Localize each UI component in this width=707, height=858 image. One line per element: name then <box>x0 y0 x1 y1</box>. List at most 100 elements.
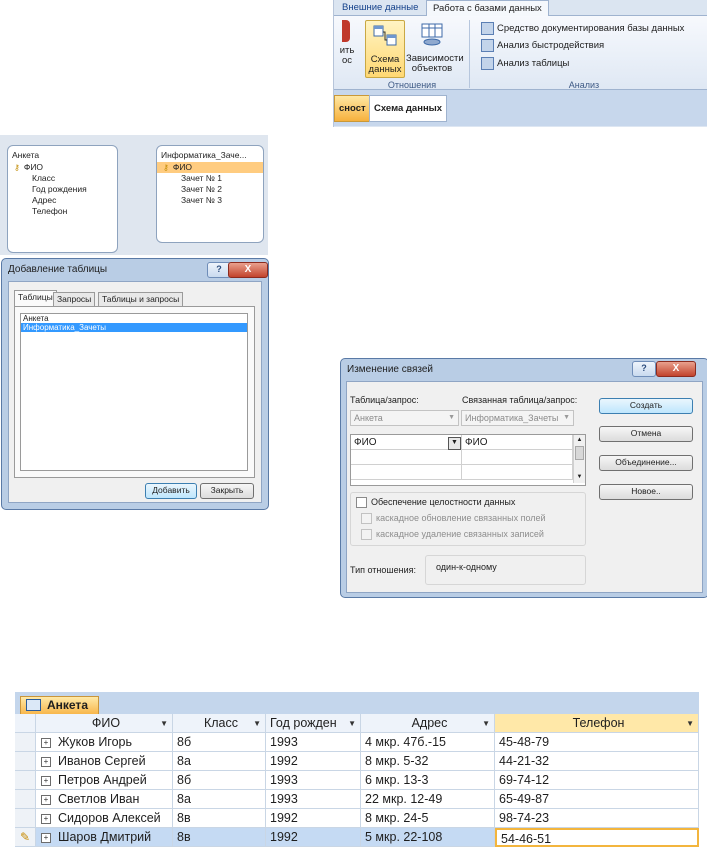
grid-scrollbar[interactable]: ▲ ▼ <box>573 435 585 483</box>
grid-cell-empty[interactable] <box>462 465 573 480</box>
tab-external-data[interactable]: Внешние данные <box>336 0 424 15</box>
tab-queries[interactable]: Запросы <box>53 292 96 306</box>
analyze-table-button[interactable]: Анализ таблицы <box>481 56 569 71</box>
column-header-phone[interactable]: Телефон ▼ <box>495 714 699 733</box>
integrity-checkbox[interactable]: Обеспечение целостности данных <box>356 496 515 509</box>
expand-icon[interactable]: + <box>41 833 51 843</box>
datasheet-tab[interactable]: Анкета <box>20 696 99 714</box>
column-header-address[interactable]: Адрес ▼ <box>361 714 495 733</box>
cell-class[interactable]: 8б <box>173 733 266 752</box>
tab-tables[interactable]: Таблицы <box>14 290 57 306</box>
row-selector[interactable] <box>15 752 36 771</box>
row-selector[interactable] <box>15 733 36 752</box>
database-documenter-button[interactable]: Средство документирования базы данных <box>481 21 684 36</box>
field-grid[interactable]: ФИО ▼ ФИО ▲ ▼ <box>350 434 586 486</box>
cell-birth-year[interactable]: 1993 <box>266 733 361 752</box>
table-list[interactable]: Анкета Информатика_Зачеты <box>20 313 248 471</box>
cascade-update-checkbox[interactable]: каскадное обновление связанных полей <box>361 512 546 525</box>
cell-birth-year[interactable]: 1992 <box>266 752 361 771</box>
new-relationship-button[interactable]: Новое.. <box>599 484 693 500</box>
select-all-cell[interactable] <box>15 714 36 733</box>
field-address[interactable]: Адрес <box>8 195 117 206</box>
table-row[interactable]: Сидоров Алексей 8в 1992 8 мкр. 24-5 98-74-23… <box>15 809 699 828</box>
cell-phone[interactable]: 65-49-87 <box>495 790 699 809</box>
cell-phone[interactable]: 54-46-51 <box>495 828 699 847</box>
cell-class[interactable]: 8а <box>173 790 266 809</box>
close-button[interactable]: X <box>228 262 268 278</box>
cell-fio[interactable]: Светлов Иван <box>36 790 173 809</box>
cell-class[interactable]: 8в <box>173 809 266 828</box>
expand-icon[interactable]: + <box>41 738 51 748</box>
grid-cell-empty[interactable] <box>462 450 573 465</box>
partial-ribbon-button[interactable]: ить ос <box>334 18 360 66</box>
cell-fio[interactable]: Иванов Сергей <box>36 752 173 771</box>
column-header-class[interactable]: Класс ▼ <box>173 714 266 733</box>
relationships-button[interactable]: Схема данных <box>365 20 405 78</box>
cell-fio[interactable]: Сидоров Алексей <box>36 809 173 828</box>
cell-birth-year[interactable]: 1993 <box>266 771 361 790</box>
grid-cell-empty[interactable] <box>351 465 462 480</box>
column-header-fio[interactable]: ФИО ▼ <box>36 714 173 733</box>
cell-address[interactable]: 5 мкр. 22-108 <box>361 828 495 847</box>
object-dependencies-button[interactable]: Зависимости объектов <box>406 20 464 74</box>
chevron-down-icon[interactable]: ▼ <box>482 714 490 732</box>
cell-phone[interactable]: 98-74-23 <box>495 809 699 828</box>
table-box-informatics[interactable]: Информатика_Заче... ⚷ ФИО Зачет № 1 Зачет… <box>156 145 264 243</box>
cancel-button[interactable]: Отмена <box>599 426 693 442</box>
expand-icon[interactable]: + <box>41 814 51 824</box>
field-test-3[interactable]: Зачет № 3 <box>157 195 263 206</box>
cell-fio[interactable]: Жуков Игорь <box>36 733 173 752</box>
grid-cell-right[interactable]: ФИО <box>462 435 573 450</box>
cell-fio[interactable]: Петров Андрей <box>36 771 173 790</box>
scroll-up-icon[interactable]: ▲ <box>574 435 585 445</box>
close-button[interactable]: X <box>656 361 696 377</box>
list-item[interactable]: Анкета <box>21 314 247 323</box>
table-row[interactable]: Иванов Сергей 8а 1992 8 мкр. 5-32 44-21-32 + <box>15 752 699 771</box>
list-item-selected[interactable]: Информатика_Зачеты <box>21 323 247 332</box>
field-birth-year[interactable]: Год рождения <box>8 184 117 195</box>
table-row[interactable]: Светлов Иван 8а 1993 22 мкр. 12-49 65-49-87 + <box>15 790 699 809</box>
row-selector[interactable] <box>15 809 36 828</box>
field-class[interactable]: Класс <box>8 173 117 184</box>
row-selector[interactable]: ✎ <box>15 828 36 847</box>
table-row[interactable]: Жуков Игорь 8б 1993 4 мкр. 47б.-15 45-48-79 + <box>15 733 699 752</box>
cell-address[interactable]: 8 мкр. 24-5 <box>361 809 495 828</box>
cell-address[interactable]: 6 мкр. 13-3 <box>361 771 495 790</box>
tab-database-tools[interactable]: Работа с базами данных <box>426 0 549 17</box>
field-fio[interactable]: ⚷ ФИО <box>157 162 263 173</box>
close-dialog-button[interactable]: Закрыть <box>200 483 254 499</box>
cell-fio[interactable]: Шаров Дмитрий <box>36 828 173 847</box>
cascade-delete-checkbox[interactable]: каскадное удаление связанных записей <box>361 528 544 541</box>
cell-birth-year[interactable]: 1992 <box>266 828 361 847</box>
table-box-anketa[interactable]: Анкета ⚷ ФИО Класс Год рождения Адрес Тел… <box>7 145 118 253</box>
scroll-thumb[interactable] <box>575 446 584 460</box>
cell-phone[interactable]: 44-21-32 <box>495 752 699 771</box>
chevron-down-icon[interactable]: ▼ <box>448 437 461 450</box>
cell-class[interactable]: 8в <box>173 828 266 847</box>
cell-birth-year[interactable]: 1993 <box>266 790 361 809</box>
row-selector[interactable] <box>15 771 36 790</box>
chevron-down-icon[interactable]: ▼ <box>686 714 694 732</box>
grid-cell-left[interactable]: ФИО <box>351 435 462 450</box>
cell-class[interactable]: 8б <box>173 771 266 790</box>
column-header-birth-year[interactable]: Год рожден ▼ <box>266 714 361 733</box>
create-button[interactable]: Создать <box>599 398 693 414</box>
cell-address[interactable]: 22 мкр. 12-49 <box>361 790 495 809</box>
chevron-down-icon[interactable]: ▼ <box>253 714 261 732</box>
row-selector[interactable] <box>15 790 36 809</box>
tab-tables-and-queries[interactable]: Таблицы и запросы <box>98 292 184 306</box>
expand-icon[interactable]: + <box>41 776 51 786</box>
field-fio[interactable]: ⚷ ФИО <box>8 162 117 173</box>
cell-phone[interactable]: 69-74-12 <box>495 771 699 790</box>
expand-icon[interactable]: + <box>41 795 51 805</box>
table-row[interactable]: ✎ Шаров Дмитрий 8в 1992 5 мкр. 22-108 54-46-5… <box>15 828 699 847</box>
add-button[interactable]: Добавить <box>145 483 197 499</box>
cell-phone[interactable]: 45-48-79 <box>495 733 699 752</box>
table-combo[interactable]: Анкета ▼ <box>350 410 459 426</box>
field-test-1[interactable]: Зачет № 1 <box>157 173 263 184</box>
help-button[interactable]: ? <box>632 361 656 377</box>
related-table-combo[interactable]: Информатика_Зачеты ▼ <box>461 410 574 426</box>
scroll-down-icon[interactable]: ▼ <box>574 472 585 482</box>
chevron-down-icon[interactable]: ▼ <box>348 714 356 732</box>
cell-address[interactable]: 8 мкр. 5-32 <box>361 752 495 771</box>
